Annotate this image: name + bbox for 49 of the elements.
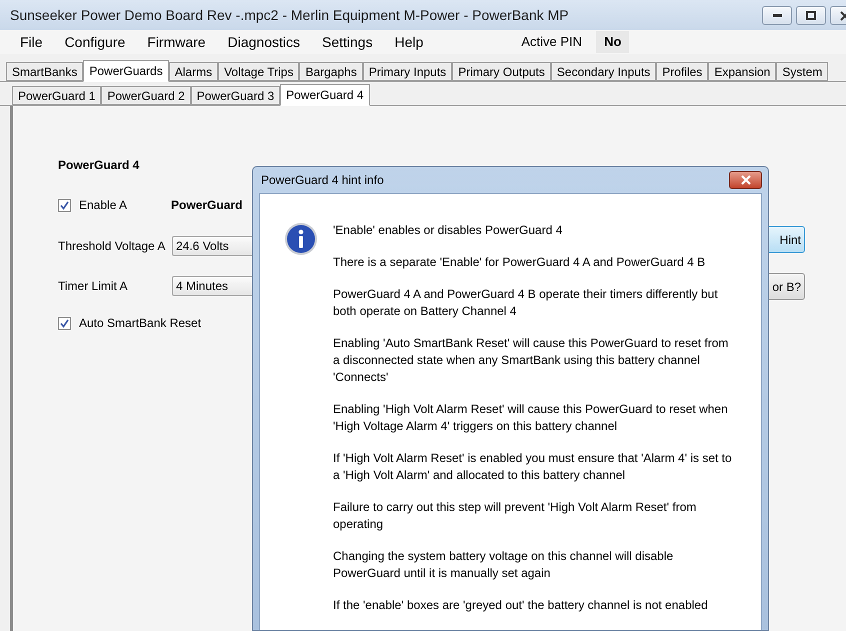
tab[interactable]: Secondary Inputs bbox=[550, 62, 656, 81]
tab[interactable]: SmartBanks bbox=[6, 62, 84, 81]
hint-paragraph: Failure to carry out this step will prevent 'High Volt Alarm Reset' from operating bbox=[333, 499, 698, 533]
tab[interactable]: PowerGuard 4 bbox=[280, 84, 370, 106]
menu-item[interactable]: Configure bbox=[56, 32, 134, 52]
hint-paragraph: Changing the system battery voltage on this channel will disable PowerGuard until it is manually set again bbox=[333, 548, 674, 582]
minimize-button[interactable] bbox=[762, 6, 792, 25]
menu-item[interactable]: Firmware bbox=[139, 32, 214, 52]
menu-item[interactable]: Help bbox=[386, 32, 432, 52]
menu-item[interactable]: Settings bbox=[314, 32, 381, 52]
maximize-button[interactable] bbox=[796, 6, 826, 25]
hint-paragraph: 'Enable' enables or disables PowerGuard 4 bbox=[333, 222, 564, 239]
tab[interactable]: Primary Inputs bbox=[362, 62, 452, 81]
field-label: Timer Limit A bbox=[58, 278, 129, 295]
hint-paragraph: There is a separate 'Enable' for PowerGuard 4 A and PowerGuard 4 B bbox=[333, 254, 706, 271]
group-label: PowerGuard bbox=[171, 197, 242, 214]
close-icon bbox=[740, 175, 752, 185]
section-heading: PowerGuard 4 bbox=[58, 157, 140, 174]
minimize-icon bbox=[772, 14, 782, 17]
tab[interactable]: System bbox=[776, 62, 828, 81]
hint-paragraph: If the 'enable' boxes are 'greyed out' the battery channel is not enabled bbox=[333, 597, 709, 614]
tab[interactable]: Bargaphs bbox=[299, 62, 363, 81]
hint-paragraph: PowerGuard 4 A and PowerGuard 4 B operate their timers differently but both operate on Battery Channel 4 bbox=[333, 286, 719, 320]
tab[interactable]: Expansion bbox=[708, 62, 776, 81]
checkbox-label: Enable A bbox=[79, 197, 128, 214]
checkbox-label: Auto SmartBank Reset bbox=[79, 315, 202, 332]
menu-item[interactable]: File bbox=[12, 32, 51, 52]
pin-value: No bbox=[596, 31, 630, 53]
close-button[interactable] bbox=[729, 171, 762, 189]
tab[interactable]: PowerGuards bbox=[83, 60, 169, 82]
hint-paragraph: Enabling 'Auto SmartBank Reset' will cause this PowerGuard to reset from a disconnected state when any SmartBank using this battery channel 'Connects' bbox=[333, 335, 730, 386]
tab[interactable]: Alarms bbox=[168, 62, 218, 81]
checkbox[interactable] bbox=[58, 316, 71, 330]
field-label: Threshold Voltage A bbox=[58, 238, 166, 255]
hint-paragraph: If 'High Volt Alarm Reset' is enabled you must ensure that 'Alarm 4' is set to a 'High Volt Alarm' and allocated to this battery channel bbox=[333, 450, 733, 484]
tab[interactable]: Profiles bbox=[656, 62, 708, 81]
window-title: Sunseeker Power Demo Board Rev -.mpc2 - Merlin Equipment M-Power - PowerBank MP bbox=[10, 6, 569, 25]
pin-label: Active PIN bbox=[521, 33, 582, 52]
tab[interactable]: Voltage Trips bbox=[218, 62, 300, 81]
dialog-title: PowerGuard 4 hint info bbox=[261, 172, 384, 189]
hint-paragraph: Enabling 'High Volt Alarm Reset' will cause this PowerGuard to reset when 'High Voltage Alarm 4' triggers on this battery channel bbox=[333, 401, 729, 435]
tab[interactable]: PowerGuard 3 bbox=[190, 86, 280, 105]
tab[interactable]: Primary Outputs bbox=[452, 62, 551, 81]
checkbox[interactable] bbox=[58, 198, 71, 212]
maximize-icon bbox=[806, 11, 816, 20]
info-icon bbox=[284, 222, 318, 256]
tab[interactable]: PowerGuard 1 bbox=[12, 86, 102, 105]
tab[interactable]: PowerGuard 2 bbox=[101, 86, 191, 105]
menu-item[interactable]: Diagnostics bbox=[220, 32, 308, 52]
